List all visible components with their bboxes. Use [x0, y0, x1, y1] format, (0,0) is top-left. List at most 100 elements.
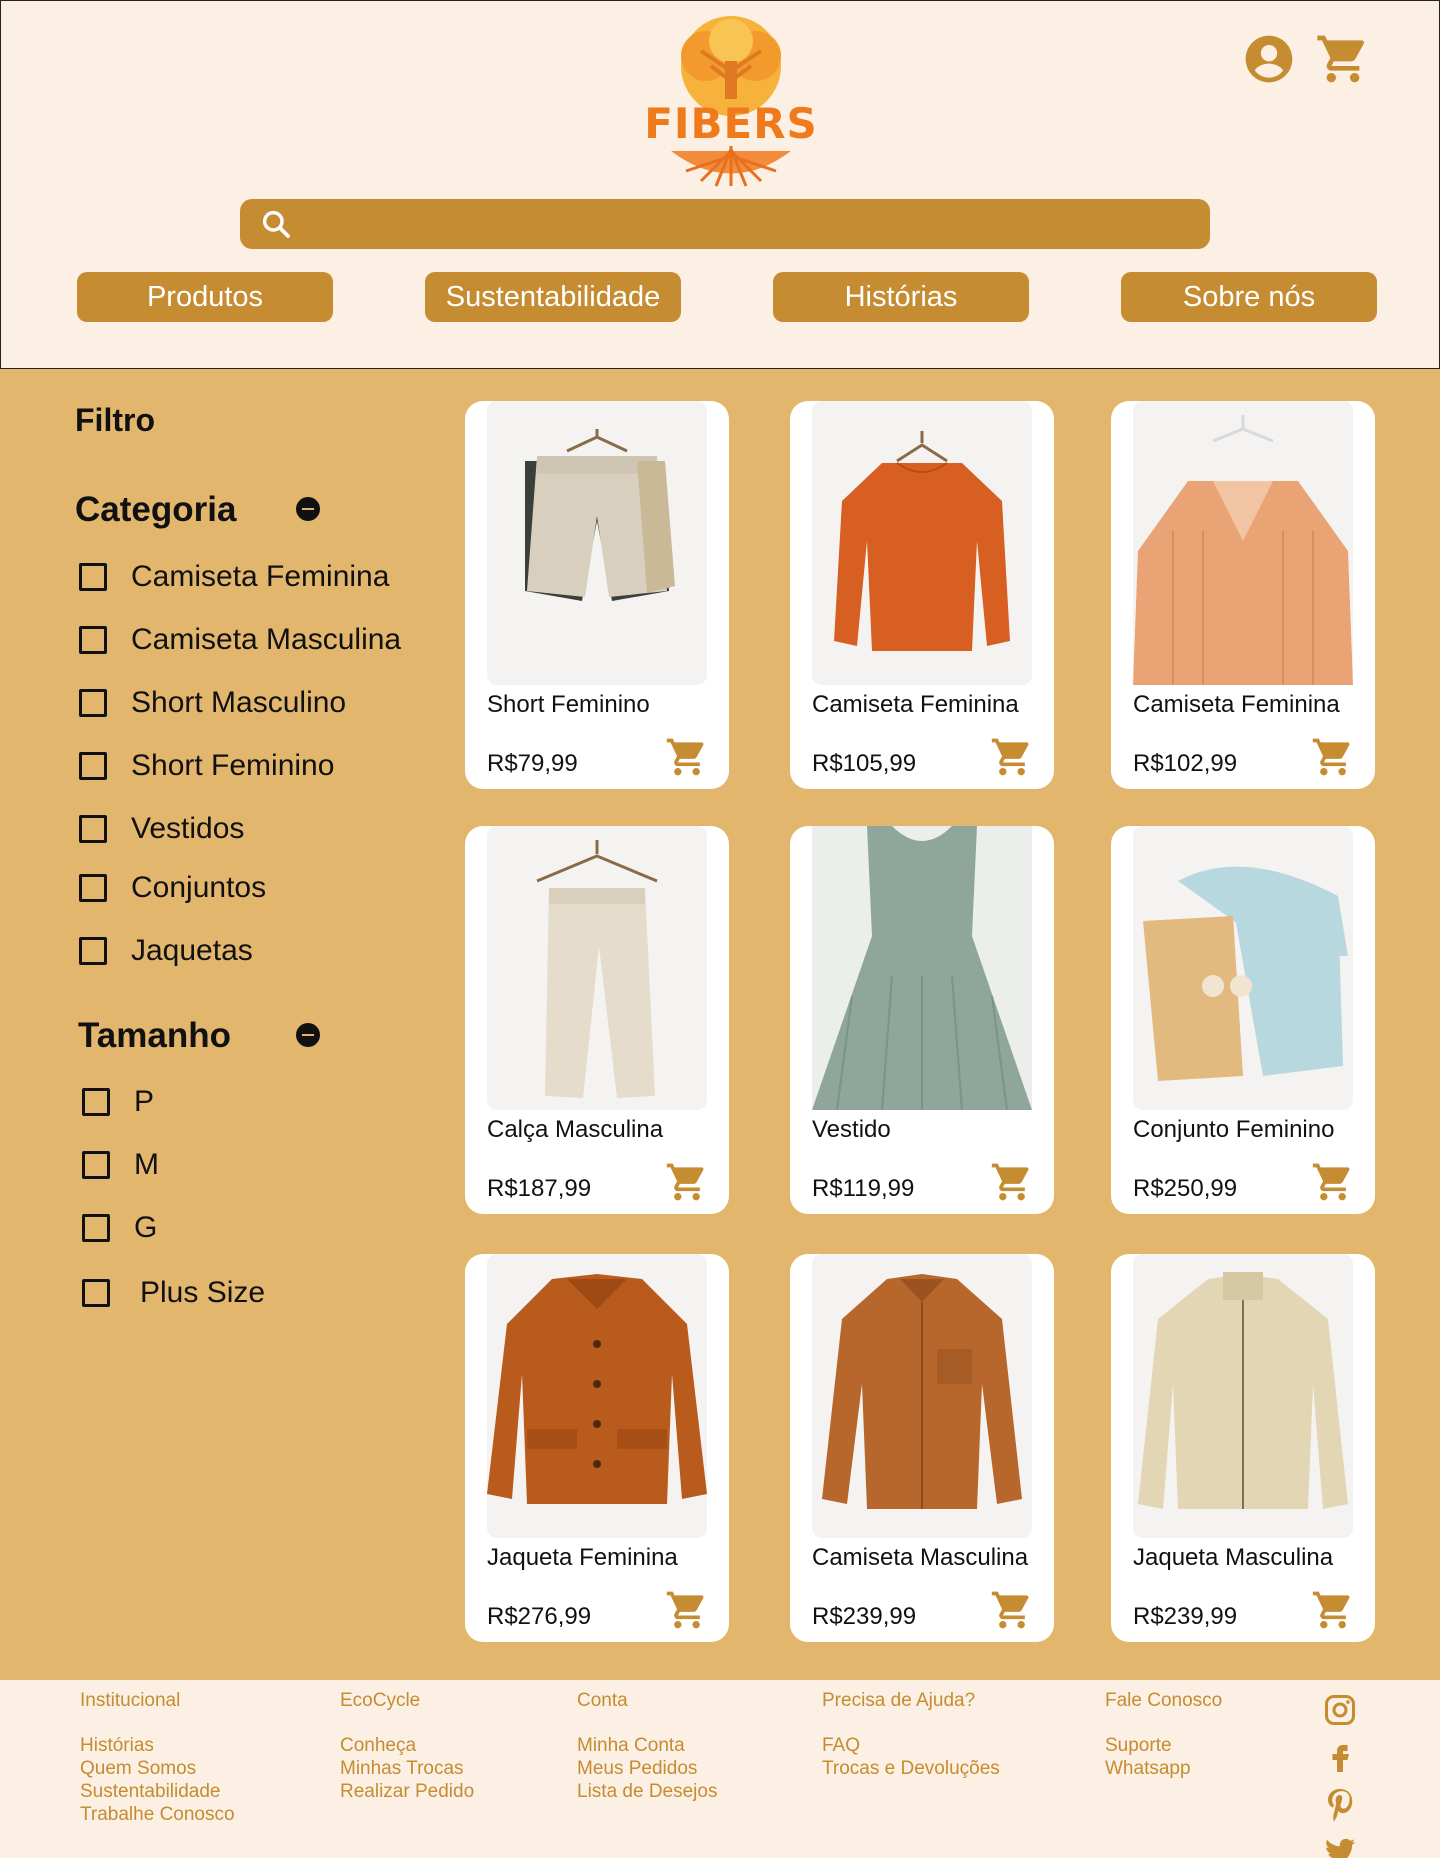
- add-to-cart-icon[interactable]: [1311, 1588, 1355, 1632]
- nav-produtos[interactable]: Produtos: [77, 272, 333, 322]
- product-image[interactable]: [1133, 1254, 1353, 1538]
- footer-link[interactable]: Lista de Desejos: [577, 1780, 717, 1803]
- product-image[interactable]: [812, 826, 1032, 1111]
- product-card[interactable]: Camiseta Masculina R$239,99: [790, 1254, 1054, 1642]
- product-price: R$119,99: [812, 1175, 915, 1202]
- search-bar[interactable]: [240, 199, 1210, 249]
- add-to-cart-icon[interactable]: [990, 735, 1034, 779]
- social-links: [1322, 1692, 1358, 1858]
- add-to-cart-icon[interactable]: [990, 1588, 1034, 1632]
- footer-col-institucional: Institucional Histórias Quem Somos Suste…: [80, 1690, 235, 1826]
- footer-link[interactable]: Suporte: [1105, 1734, 1222, 1757]
- product-card[interactable]: Conjunto Feminino R$250,99: [1111, 826, 1375, 1214]
- product-image[interactable]: [487, 1254, 707, 1538]
- product-name: Vestido: [812, 1116, 891, 1143]
- add-to-cart-icon[interactable]: [1311, 735, 1355, 779]
- blouse-image-icon: [834, 431, 1010, 651]
- collapse-tamanho-icon[interactable]: [296, 1023, 320, 1047]
- checkbox[interactable]: [79, 689, 107, 717]
- add-to-cart-icon[interactable]: [665, 1588, 709, 1632]
- site-footer: Institucional Histórias Quem Somos Suste…: [0, 1680, 1440, 1858]
- product-image[interactable]: [487, 401, 707, 685]
- brand-logo[interactable]: FIBERS: [631, 11, 831, 191]
- product-name: Calça Masculina: [487, 1116, 664, 1143]
- add-to-cart-icon[interactable]: [665, 735, 709, 779]
- footer-heading: Precisa de Ajuda?: [822, 1690, 976, 1711]
- filter-jaquetas[interactable]: Jaquetas: [79, 934, 253, 968]
- product-card[interactable]: Calça Masculina R$187,99: [465, 826, 729, 1214]
- pants-image-icon: [536, 840, 658, 1098]
- product-name: Camiseta Masculina: [812, 1544, 1029, 1571]
- product-image[interactable]: [1133, 401, 1353, 685]
- product-card[interactable]: Camiseta Feminina R$105,99: [790, 401, 1054, 789]
- filter-camiseta-masculina[interactable]: Camiseta Masculina: [79, 623, 401, 657]
- checkbox[interactable]: [79, 563, 107, 591]
- filter-conjuntos[interactable]: Conjuntos: [79, 871, 266, 905]
- account-icon[interactable]: [1241, 31, 1297, 87]
- footer-link[interactable]: Quem Somos: [80, 1757, 235, 1780]
- footer-link[interactable]: Meus Pedidos: [577, 1757, 717, 1780]
- product-card[interactable]: Vestido R$119,99: [790, 826, 1054, 1214]
- checkbox[interactable]: [82, 1214, 110, 1242]
- twitter-icon[interactable]: [1322, 1833, 1358, 1858]
- filter-size-g[interactable]: G: [82, 1211, 157, 1245]
- checkbox[interactable]: [79, 752, 107, 780]
- checkbox[interactable]: [82, 1151, 110, 1179]
- add-to-cart-icon[interactable]: [665, 1160, 709, 1204]
- shirt-image-icon: [822, 1274, 1022, 1509]
- checkbox[interactable]: [82, 1088, 110, 1116]
- product-price: R$239,99: [812, 1603, 917, 1630]
- product-price: R$79,99: [487, 750, 578, 777]
- footer-link[interactable]: Whatsapp: [1105, 1757, 1222, 1780]
- product-name: Camiseta Feminina: [1133, 691, 1340, 718]
- checkbox[interactable]: [79, 937, 107, 965]
- filter-short-masculino[interactable]: Short Masculino: [79, 686, 346, 720]
- product-price: R$250,99: [1133, 1175, 1238, 1202]
- checkbox[interactable]: [79, 626, 107, 654]
- facebook-icon[interactable]: [1322, 1739, 1358, 1775]
- product-price: R$105,99: [812, 750, 917, 777]
- cart-icon[interactable]: [1315, 31, 1371, 87]
- categoria-title: Categoria: [75, 490, 237, 529]
- outfit-set-image-icon: [1143, 866, 1348, 1081]
- checkbox[interactable]: [82, 1279, 110, 1307]
- filter-size-plus[interactable]: Plus Size: [82, 1276, 265, 1310]
- filter-vestidos[interactable]: Vestidos: [79, 812, 244, 846]
- footer-link[interactable]: Minhas Trocas: [340, 1757, 474, 1780]
- product-image[interactable]: [487, 826, 707, 1110]
- footer-col-contato: Fale Conosco Suporte Whatsapp: [1105, 1690, 1222, 1780]
- product-card[interactable]: Camiseta Feminina R$102,99: [1111, 401, 1375, 789]
- product-image[interactable]: [1133, 826, 1353, 1110]
- product-card[interactable]: Jaqueta Masculina R$239,99: [1111, 1254, 1375, 1642]
- footer-link[interactable]: Minha Conta: [577, 1734, 717, 1757]
- filter-size-p[interactable]: P: [82, 1085, 154, 1119]
- footer-col-conta: Conta Minha Conta Meus Pedidos Lista de …: [577, 1690, 717, 1803]
- checkbox[interactable]: [79, 815, 107, 843]
- nav-sobre-nos[interactable]: Sobre nós: [1121, 272, 1377, 322]
- filter-size-m[interactable]: M: [82, 1148, 159, 1182]
- footer-link[interactable]: Realizar Pedido: [340, 1780, 474, 1803]
- footer-link[interactable]: Histórias: [80, 1734, 235, 1757]
- product-card[interactable]: Jaqueta Feminina R$276,99: [465, 1254, 729, 1642]
- footer-link[interactable]: Trocas e Devoluções: [822, 1757, 1000, 1780]
- footer-heading: Institucional: [80, 1690, 181, 1711]
- footer-link[interactable]: Sustentabilidade: [80, 1780, 235, 1803]
- checkbox[interactable]: [79, 874, 107, 902]
- add-to-cart-icon[interactable]: [990, 1160, 1034, 1204]
- footer-col-ajuda: Precisa de Ajuda? FAQ Trocas e Devoluçõe…: [822, 1690, 1000, 1780]
- pinterest-icon[interactable]: [1322, 1786, 1358, 1822]
- add-to-cart-icon[interactable]: [1311, 1160, 1355, 1204]
- product-name: Jaqueta Masculina: [1133, 1544, 1334, 1571]
- product-card[interactable]: Short Feminino R$79,99: [465, 401, 729, 789]
- footer-link[interactable]: FAQ: [822, 1734, 1000, 1757]
- collapse-categoria-icon[interactable]: [296, 497, 320, 521]
- product-image[interactable]: [812, 1254, 1032, 1538]
- instagram-icon[interactable]: [1322, 1692, 1358, 1728]
- product-image[interactable]: [812, 401, 1032, 685]
- footer-link[interactable]: Conheça: [340, 1734, 474, 1757]
- nav-sustentabilidade[interactable]: Sustentabilidade: [425, 272, 681, 322]
- nav-historias[interactable]: Histórias: [773, 272, 1029, 322]
- filter-camiseta-feminina[interactable]: Camiseta Feminina: [79, 560, 389, 594]
- filter-short-feminino[interactable]: Short Feminino: [79, 749, 334, 783]
- footer-link[interactable]: Trabalhe Conosco: [80, 1803, 235, 1826]
